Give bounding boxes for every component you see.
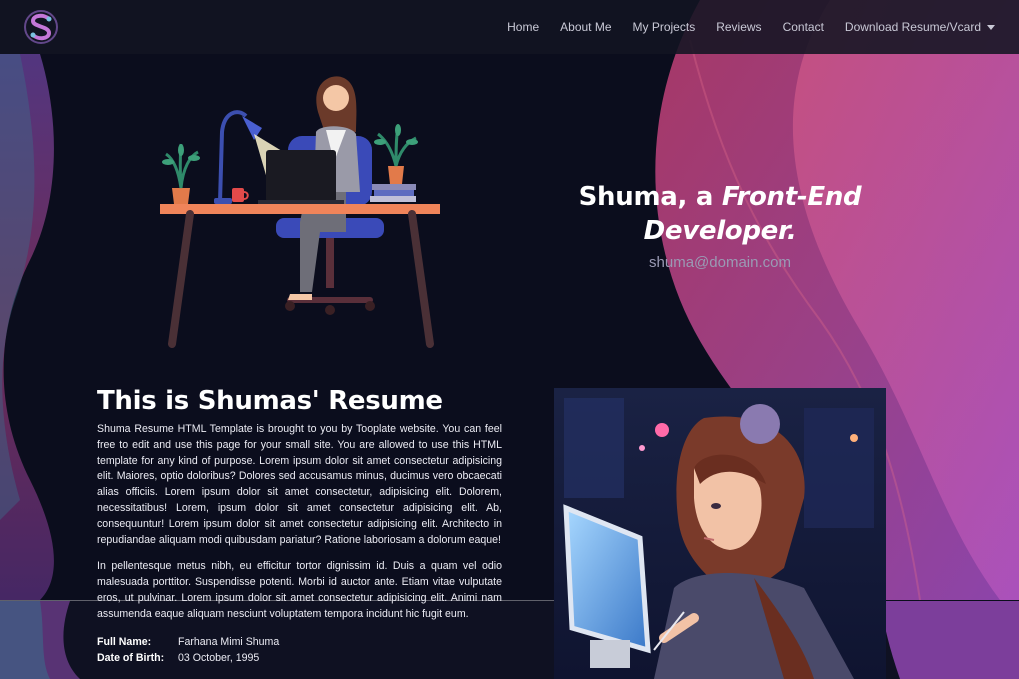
info-row-date-of-birth: Date of Birth: 03 October, 1995 [97, 650, 502, 666]
nav-links: Home About Me My Projects Reviews Contac… [507, 0, 995, 54]
nav-reviews[interactable]: Reviews [716, 20, 761, 34]
download-dropdown[interactable]: Download Resume/Vcard [845, 20, 995, 34]
info-value: Farhana Mimi Shuma [178, 635, 280, 648]
nav-home[interactable]: Home [507, 20, 539, 34]
navbar: Home About Me My Projects Reviews Contac… [0, 0, 1019, 54]
info-row-full-name: Full Name: Farhana Mimi Shuma [97, 634, 502, 650]
desk-illustration [160, 76, 440, 348]
nav-my-projects[interactable]: My Projects [633, 20, 696, 34]
resume-paragraph-2: In pellentesque metus nibh, eu efficitur… [97, 560, 502, 620]
download-dropdown-label: Download Resume/Vcard [844, 20, 981, 34]
nav-contact[interactable]: Contact [783, 20, 824, 34]
info-value: 03 October, 1995 [178, 651, 260, 664]
hero-email[interactable]: shuma@domain.com [520, 254, 920, 271]
portrait-illustration [554, 388, 886, 679]
nav-about-me[interactable]: About Me [560, 20, 611, 34]
hero-text: Shuma, a Front-End Developer. shuma@doma… [520, 180, 920, 271]
info-label: Full Name: [97, 635, 152, 648]
s-circuit-logo[interactable] [22, 8, 60, 46]
hero-title-prefix: Shuma, a [578, 182, 722, 212]
resume-section: This is Shumas' Resume Shuma Resume HTML… [97, 386, 502, 666]
resume-title: This is Shumas' Resume [97, 386, 443, 416]
hero-title: Shuma, a Front-End Developer. [520, 180, 920, 248]
caret-down-icon [987, 24, 995, 30]
resume-paragraph-1: Shuma Resume HTML Template is brought to… [97, 423, 502, 546]
info-label: Date of Birth: [97, 651, 165, 664]
